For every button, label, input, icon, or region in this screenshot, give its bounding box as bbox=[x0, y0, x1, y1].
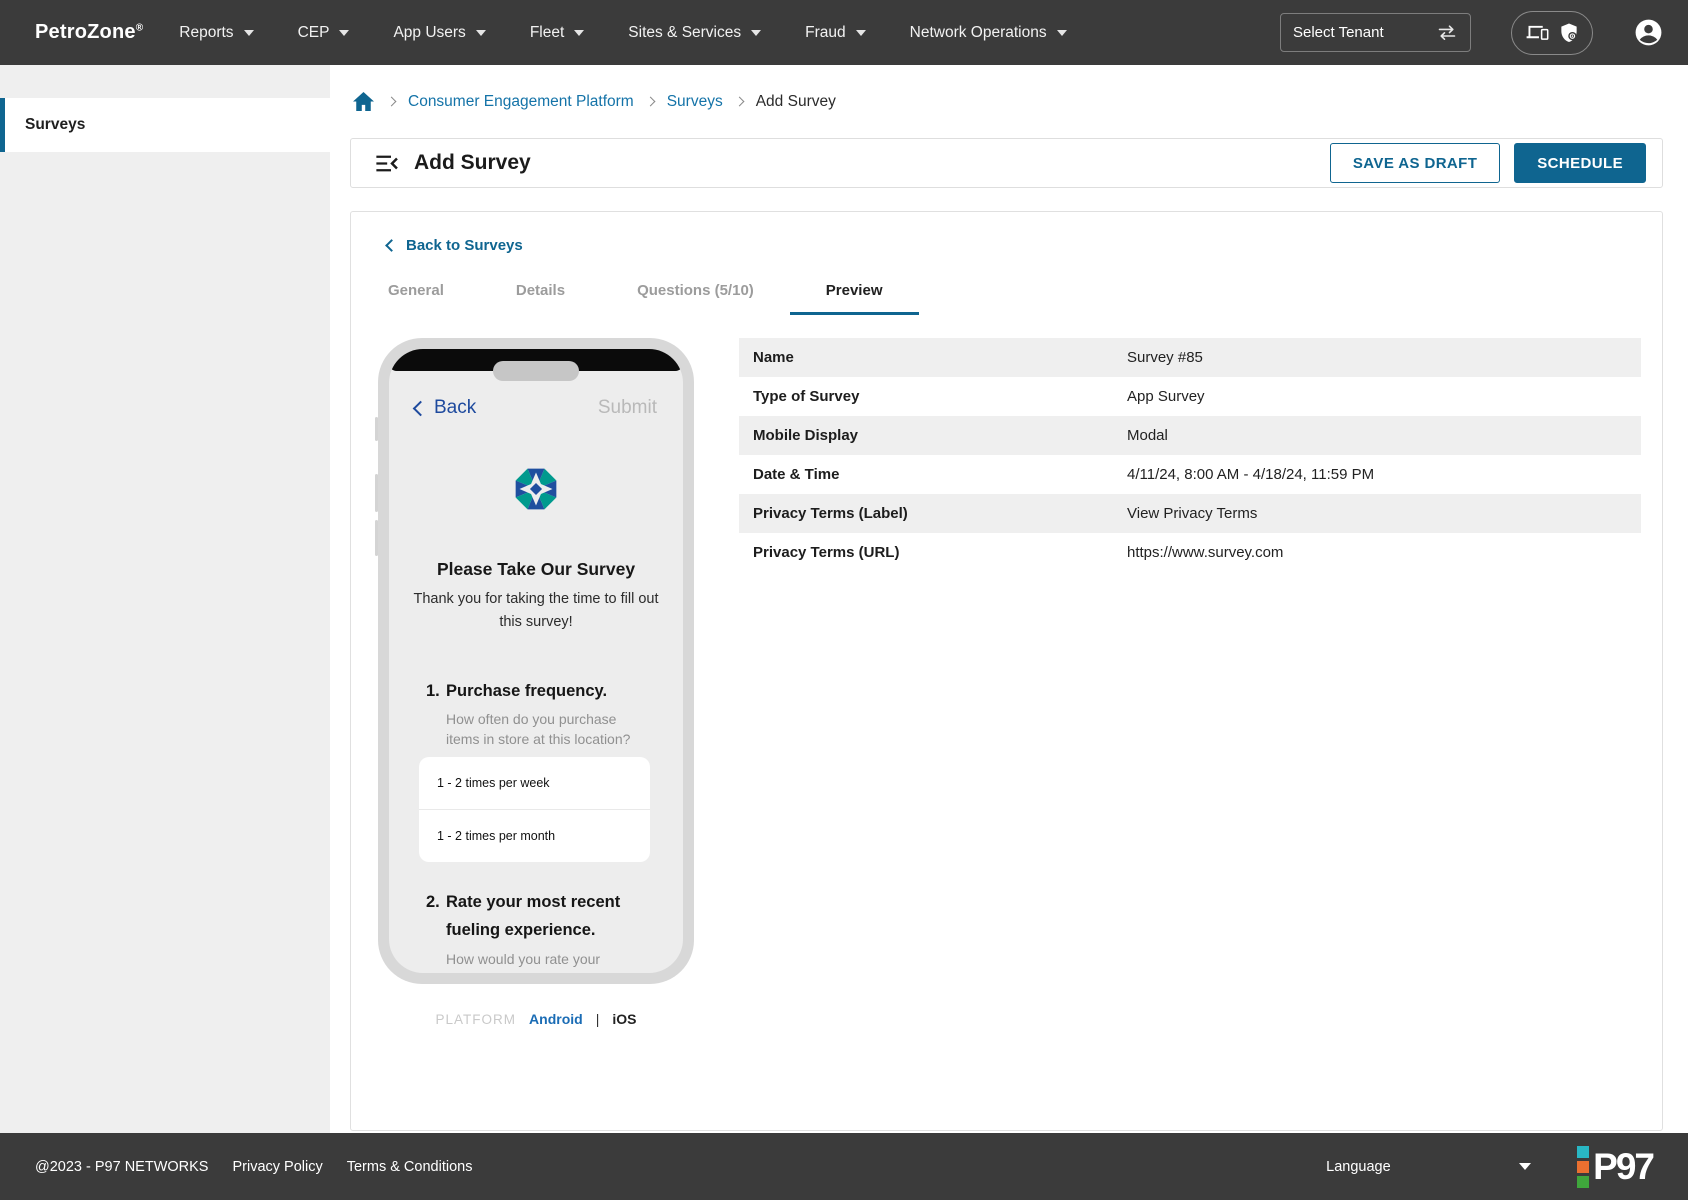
chevron-down-icon bbox=[476, 30, 486, 36]
option-item: 1 - 2 times per month bbox=[419, 810, 650, 862]
nav-right-tools: Select Tenant bbox=[1280, 11, 1664, 55]
survey-tabs: General Details Questions (5/10) Preview bbox=[351, 269, 1662, 315]
back-to-surveys-link[interactable]: Back to Surveys bbox=[387, 237, 1662, 254]
chevron-left-icon bbox=[385, 239, 398, 252]
home-icon bbox=[352, 91, 375, 112]
table-row: Mobile Display Modal bbox=[739, 416, 1641, 455]
platform-divider: | bbox=[596, 1011, 600, 1027]
phone-side-button bbox=[375, 417, 378, 441]
brand-logo: PetroZone® bbox=[35, 21, 143, 44]
sidebar: Surveys bbox=[0, 65, 330, 1133]
chevron-down-icon bbox=[1057, 30, 1067, 36]
chevron-right-icon bbox=[645, 97, 655, 107]
swap-horizontal-icon bbox=[1436, 25, 1458, 41]
main-content: Consumer Engagement Platform Surveys Add… bbox=[330, 65, 1688, 1133]
tab-preview[interactable]: Preview bbox=[790, 269, 919, 315]
survey-app-logo-icon bbox=[514, 467, 558, 511]
main-menu: Reports CEP App Users Fleet Sites & Serv… bbox=[179, 24, 1066, 42]
p97-logo-squares bbox=[1577, 1146, 1589, 1188]
table-row: Date & Time 4/11/24, 8:00 AM - 4/18/24, … bbox=[739, 455, 1641, 494]
breadcrumb-link-surveys[interactable]: Surveys bbox=[667, 93, 723, 111]
table-row: Privacy Terms (URL) https://www.survey.c… bbox=[739, 533, 1641, 572]
language-selector[interactable]: Language bbox=[1326, 1159, 1531, 1175]
menu-item-cep[interactable]: CEP bbox=[298, 24, 350, 42]
question-1-title: Purchase frequency. bbox=[446, 678, 632, 704]
top-nav: PetroZone® Reports CEP App Users Fleet S… bbox=[0, 0, 1688, 65]
option-item: 1 - 2 times per week bbox=[419, 757, 650, 810]
chevron-down-icon bbox=[751, 30, 761, 36]
chevron-down-icon bbox=[856, 30, 866, 36]
chevron-down-icon bbox=[574, 30, 584, 36]
select-tenant-button[interactable]: Select Tenant bbox=[1280, 13, 1471, 52]
preview-back-link: Back bbox=[415, 397, 476, 419]
shield-settings-icon bbox=[1560, 22, 1578, 43]
question-1-options: 1 - 2 times per week 1 - 2 times per mon… bbox=[419, 757, 650, 862]
p97-logo: P97 bbox=[1577, 1146, 1653, 1188]
copyright-text: @2023 - P97 NETWORKS bbox=[35, 1159, 208, 1175]
phone-side-button bbox=[375, 520, 378, 556]
phone-screen: Back Submit bbox=[389, 349, 683, 973]
chevron-down-icon bbox=[244, 30, 254, 36]
sidebar-item-surveys[interactable]: Surveys bbox=[0, 98, 330, 152]
tab-details[interactable]: Details bbox=[480, 269, 601, 315]
privacy-policy-link[interactable]: Privacy Policy bbox=[232, 1159, 322, 1175]
question-2-title: Rate your most recent fueling experience… bbox=[446, 888, 646, 944]
menu-item-sites-services[interactable]: Sites & Services bbox=[628, 24, 761, 42]
phone-side-button bbox=[375, 474, 378, 512]
menu-item-reports[interactable]: Reports bbox=[179, 24, 253, 42]
phone-camera-notch bbox=[493, 361, 579, 381]
footer: @2023 - P97 NETWORKS Privacy Policy Term… bbox=[0, 1133, 1688, 1200]
preview-survey-subtitle: Thank you for taking the time to fill ou… bbox=[408, 588, 664, 634]
account-circle-icon bbox=[1633, 17, 1664, 48]
devices-icon bbox=[1526, 23, 1550, 42]
devices-admin-button[interactable] bbox=[1511, 11, 1593, 55]
question-1-hint: How often do you purchase items in store… bbox=[446, 710, 632, 749]
survey-form-card: Back to Surveys General Details Question… bbox=[350, 211, 1663, 1131]
chevron-right-icon bbox=[734, 97, 744, 107]
chevron-right-icon bbox=[387, 97, 397, 107]
platform-switcher: PLATFORM Android | iOS bbox=[378, 1011, 694, 1027]
preview-submit-link: Submit bbox=[598, 397, 657, 419]
page-header-bar: Add Survey SAVE AS DRAFT SCHEDULE bbox=[350, 138, 1663, 188]
table-row: Privacy Terms (Label) View Privacy Terms bbox=[739, 494, 1641, 533]
question-2-hint: How would you rate your bbox=[446, 950, 632, 970]
chevron-down-icon bbox=[339, 30, 349, 36]
menu-item-network-operations[interactable]: Network Operations bbox=[910, 24, 1067, 42]
phone-mockup: Back Submit bbox=[378, 338, 694, 984]
account-button[interactable] bbox=[1633, 17, 1664, 48]
platform-ios-link[interactable]: iOS bbox=[612, 1011, 636, 1027]
menu-item-fleet[interactable]: Fleet bbox=[530, 24, 584, 42]
breadcrumb-current: Add Survey bbox=[756, 93, 836, 111]
survey-details-table: Name Survey #85 Type of Survey App Surve… bbox=[739, 338, 1641, 1027]
preview-survey-title: Please Take Our Survey bbox=[389, 557, 683, 581]
breadcrumb: Consumer Engagement Platform Surveys Add… bbox=[330, 65, 1688, 138]
tab-questions[interactable]: Questions (5/10) bbox=[601, 269, 790, 315]
save-as-draft-button[interactable]: SAVE AS DRAFT bbox=[1330, 143, 1500, 183]
menu-open-icon[interactable] bbox=[373, 150, 400, 177]
preview-question-2: 2. Rate your most recent fueling experie… bbox=[389, 888, 683, 970]
home-breadcrumb-link[interactable] bbox=[352, 91, 375, 112]
menu-item-fraud[interactable]: Fraud bbox=[805, 24, 866, 42]
chevron-down-icon bbox=[1519, 1163, 1531, 1170]
table-row: Name Survey #85 bbox=[739, 338, 1641, 377]
platform-android-link[interactable]: Android bbox=[529, 1011, 583, 1027]
menu-item-app-users[interactable]: App Users bbox=[393, 24, 485, 42]
schedule-button[interactable]: SCHEDULE bbox=[1514, 143, 1646, 183]
table-row: Type of Survey App Survey bbox=[739, 377, 1641, 416]
breadcrumb-link-cep[interactable]: Consumer Engagement Platform bbox=[408, 93, 634, 111]
preview-question-1: 1. Purchase frequency. How often do you … bbox=[389, 678, 683, 749]
page-title: Add Survey bbox=[414, 151, 531, 175]
chevron-left-icon bbox=[413, 400, 429, 416]
tab-general[interactable]: General bbox=[352, 269, 480, 315]
platform-label: PLATFORM bbox=[436, 1012, 517, 1027]
terms-conditions-link[interactable]: Terms & Conditions bbox=[347, 1159, 473, 1175]
